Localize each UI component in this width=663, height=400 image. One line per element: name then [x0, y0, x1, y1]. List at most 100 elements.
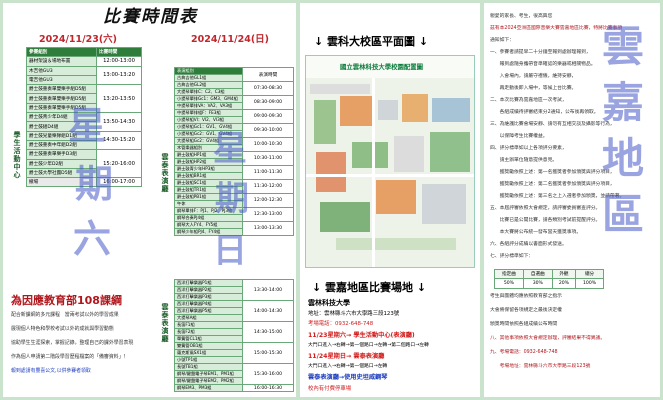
- notice-line: 七、評分標準如下：: [490, 254, 534, 259]
- schedule-row: 西洋打擊樂器P1組 13:30-14:00: [174, 279, 294, 301]
- watermark-jia: 嘉: [602, 78, 645, 127]
- venue-title: ↓ 雲嘉地區比賽場地 ↓: [312, 281, 427, 294]
- event-cell: 雙簧管OB1組: [174, 342, 243, 350]
- notice-line: 比賽已是公開比賽，請各類別考試前提醒評分。: [490, 218, 601, 223]
- event-cell: 薩克斯風SX1組: [174, 349, 243, 357]
- notice-line: 本大賽將公布統一發布當天獲獎事項。: [490, 230, 582, 235]
- saturday-route: 大門口進入→右轉→第一個路口→左轉→第二個路口→左轉: [308, 343, 429, 348]
- time-cell: 13:00-13:30: [242, 221, 294, 236]
- notice-bottom-line: 考生與團體均應依照教育部之指示: [490, 294, 562, 299]
- notice-panel: 親愛的家長、考生，很高興您 茲有本2024亞洲區國際音樂大賽雲嘉地區比賽，特將比…: [484, 3, 660, 397]
- time-cell: 14:30-15:00: [242, 321, 294, 343]
- day1-label: 2024/11/23(六): [39, 34, 118, 45]
- schedule-row: 雙簧管OB1組 15:00-15:30: [174, 342, 294, 364]
- day2-afternoon-table: 西洋打擊樂器P1組 13:30-14:00 西洋打擊樂器P2組 西洋打擊樂器P3組 西洋…: [174, 279, 294, 392]
- time-cell: 10:00-10:30: [242, 137, 294, 152]
- col-time-header: 比賽時間: [96, 46, 142, 58]
- score-value: 50%: [494, 278, 524, 289]
- watermark-day2-a: 星: [213, 129, 247, 169]
- score-value: 100%: [575, 278, 604, 289]
- notice-bottom-line: 八、其他事項依照大會規定辦理，評審結果不得異議。: [490, 336, 606, 341]
- sunday-piano: 雲泰表演廳→使用史坦威鋼琴: [308, 374, 388, 381]
- event-cell: 西洋打擊樂器P3組: [174, 293, 243, 301]
- score-value: 20%: [551, 278, 577, 289]
- event-cell: 古典吉他GL2組: [174, 81, 243, 89]
- notice-line: 獲獎勵依照上述：第二名獲獎者參加頒獎與評分項目，: [490, 182, 615, 187]
- score-value: 30%: [522, 278, 553, 289]
- event-cell: 爵士鼓重奏單雙樂手組D5組: [26, 84, 97, 95]
- event-cell: 小提琴單排Gc1：GM3、GM4組: [174, 95, 243, 103]
- event-cell: 鋼琴EM3、PM3組: [174, 384, 243, 392]
- watermark-qu: 區: [602, 190, 645, 239]
- schedule-row: 器材架設＆場地布置 12:00-13:00: [26, 56, 142, 67]
- time-cell: 13:30-14:00: [242, 279, 294, 301]
- notice-line: 四、評分標準如以上各項評分要素，: [490, 146, 567, 151]
- notice-line: 五、本屆評審依照大會規定，請評審委員審查評分。: [490, 206, 601, 211]
- venue-label-student-center: 學生活動中心: [13, 131, 21, 179]
- event-cell: 長笛F1組: [174, 321, 243, 329]
- address: 地址：雲林縣斗六市大學路三段123號: [308, 311, 400, 317]
- score-header: 指定曲: [494, 268, 524, 280]
- notice-line: 以保障考生比賽權益。: [490, 134, 548, 139]
- schedule-row: 爵士鼓重奏單雙樂手組D5組 13:20-13:50: [26, 84, 142, 114]
- watermark-day1-c: 六: [73, 216, 112, 261]
- time-cell: 09:00-09:30: [242, 109, 294, 124]
- venue-label-hall-afternoon: 雲泰表演廳: [161, 303, 169, 343]
- notice-line: 各組成績待評審結束分2通知，公布後再領取。: [490, 110, 599, 115]
- watermark-yun: 雲: [602, 22, 645, 71]
- map-panel: ↓ 雲科大校區平面圖 ↓ 國立雲林科技大學校園配置圖 ↓ 雲嘉地區比賽場地 ↓ …: [300, 3, 480, 397]
- event-cell: 鋼琴/鍵盤電子琴EM2、PM2組: [174, 377, 243, 385]
- schedule-row: 木吉他GU3 13:00-13:20: [26, 65, 142, 86]
- sunday-venue: 11/24星期日→ 雲泰表演廳: [308, 353, 385, 360]
- col-event-header: 參賽組別: [26, 46, 97, 58]
- event-cell: 大提琴A組: [174, 314, 243, 322]
- page: 比賽時間表 2024/11/23(六) 2024/11/24(日) 參賽組別 比…: [0, 0, 663, 400]
- notice-line: 獲獎勵依照上述：第一名獲獎者參加頒獎與評分項目，: [490, 170, 615, 175]
- policy-line: 協助學生生涯探索，掌握記錄，整理自己的課外學習表現: [11, 340, 134, 346]
- notice-line: 三、為維護比賽會場安靜、請勿有互相交談及攝影等行為，: [490, 122, 615, 127]
- event-cell: 大提琴單排C：C2、C3組: [174, 88, 243, 96]
- event-cell: 古典吉他GL1組: [174, 74, 243, 82]
- notice-bottom-line: 頒獎時間依照各組成績公布時間: [490, 322, 558, 327]
- time-cell: 07:30-08:30: [242, 81, 294, 96]
- policy-box: 為因應教育部108課綱 配合新課綱的多元課程 當兩考試以外的學習成果 展現個人特色…: [8, 293, 158, 389]
- watermark-day2-b: 期: [215, 179, 249, 219]
- time-cell: 表演時間: [242, 67, 294, 82]
- event-cell: 西洋打擊樂器P4組: [174, 300, 243, 308]
- notice-bottom-line: 九、考場電話：0932-648-748: [490, 350, 558, 355]
- event-cell: 鋼琴/鍵盤電子琴EM1、PM1組: [174, 370, 243, 378]
- schedule-row: 西洋打擊樂器P4組 14:00-14:30: [174, 300, 294, 322]
- time-cell: 12:00-12:30: [242, 193, 294, 208]
- watermark-day1-b: 期: [75, 161, 114, 206]
- notice-line: 通知如下：: [490, 38, 514, 43]
- time-cell: 15:00-15:30: [242, 342, 294, 364]
- watermark-day2-c: 日: [213, 231, 247, 271]
- venue-label-hall: 雲泰表演廳: [161, 153, 169, 193]
- notice-line: 報到處隨身攜帶音準確認的樂器或相關物品。: [490, 62, 596, 67]
- event-cell: 木吉他GU3: [26, 65, 97, 76]
- event-cell: 西洋打擊樂器P2組: [174, 286, 243, 294]
- score-header: 自選曲: [522, 268, 553, 280]
- score-header: 總分: [575, 268, 604, 280]
- map-title: ↓ 雲科大校區平面圖 ↓: [314, 35, 429, 48]
- time-cell: 09:30-10:00: [242, 123, 294, 138]
- time-cell: 14:00-14:30: [242, 300, 294, 322]
- schedule-row: 長笛F1組 14:30-15:00: [174, 321, 294, 343]
- notice-line: 二、本次比賽為雲嘉地區一次考試，: [490, 98, 567, 103]
- notice-bottom-line: 考場地址：雲林縣斗六市大學路三段123號: [490, 364, 591, 369]
- schedule-title: 比賽時間表: [103, 7, 198, 27]
- schedule-row: 鋼琴EM3、PM3組 16:00-16:30: [174, 384, 294, 392]
- sunday-route: 大門口進入→右轉→第一個路口→左轉: [308, 364, 388, 369]
- event-cell: 表演組別: [174, 67, 243, 75]
- time-cell: 11:30-12:00: [242, 179, 294, 194]
- phone: 考場電話：0932-648-748: [308, 321, 374, 327]
- event-cell: 西洋打擊樂器P5組: [174, 307, 243, 315]
- time-cell: 16:00-16:30: [242, 384, 294, 392]
- time-cell: 11:00-11:30: [242, 165, 294, 180]
- time-cell: 08:30-09:00: [242, 95, 294, 110]
- score-table: 指定曲 自選曲 外觀 總分 50% 30% 20% 100%: [494, 268, 604, 289]
- policy-line: 配合新課綱的多元課程 當兩考試以外的學習成果: [11, 312, 119, 318]
- score-header: 外觀: [551, 268, 577, 280]
- time-cell: 12:00-13:00: [96, 56, 142, 67]
- notice-line: 一、參賽者請提早二十分鐘至報到處辦理報到，: [490, 50, 591, 55]
